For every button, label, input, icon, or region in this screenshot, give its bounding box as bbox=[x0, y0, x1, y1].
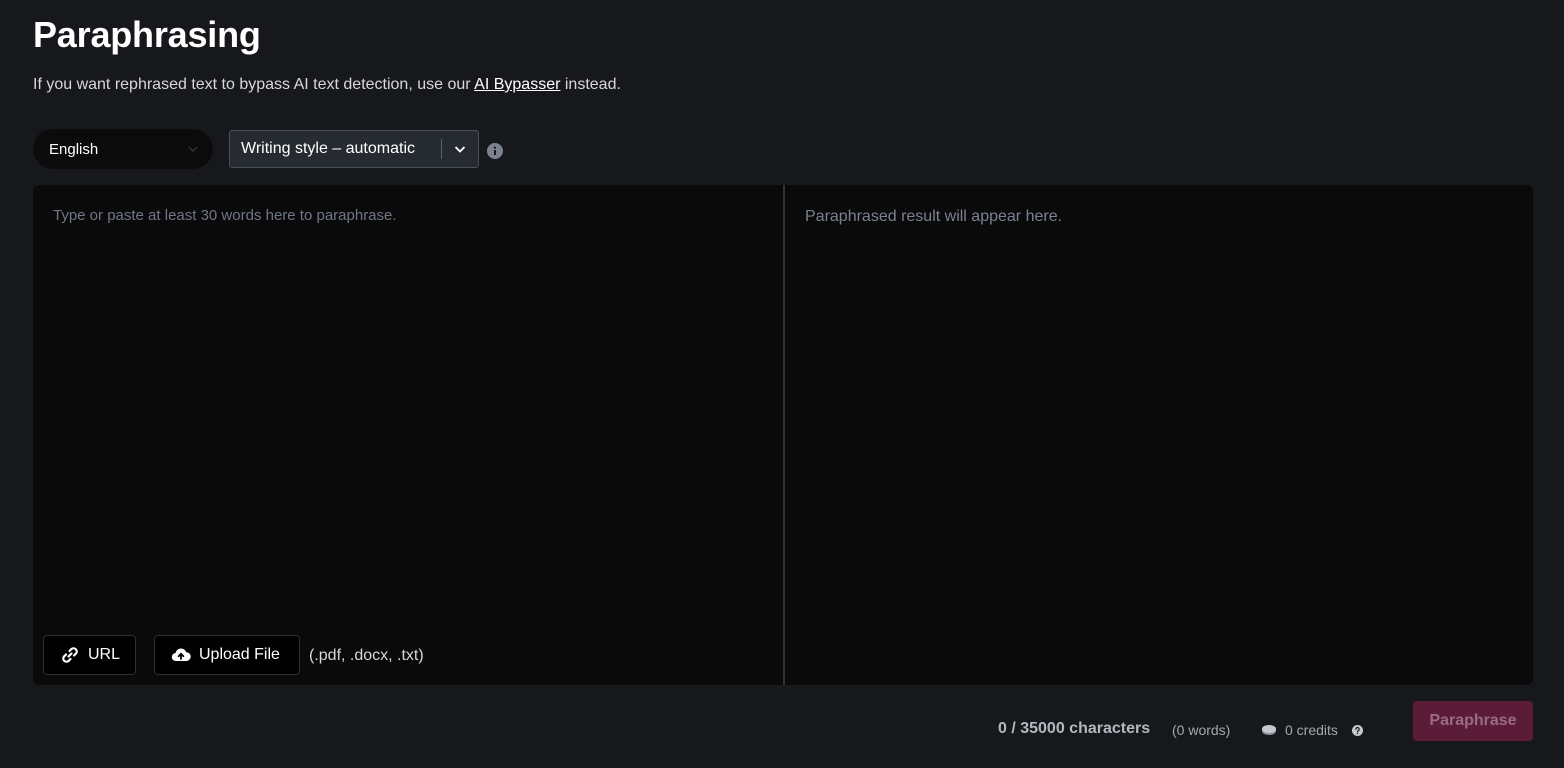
cloud-upload-icon bbox=[171, 648, 191, 662]
chevron-down-icon bbox=[188, 146, 198, 153]
input-pane: URL Upload File (.pdf, .docx, .txt) bbox=[33, 185, 783, 685]
result-placeholder: Paraphrased result will appear here. bbox=[805, 208, 1063, 225]
input-textarea[interactable] bbox=[33, 185, 783, 625]
word-count: (0 words) bbox=[1172, 722, 1231, 738]
upload-file-button[interactable]: Upload File bbox=[154, 635, 300, 675]
url-button[interactable]: URL bbox=[43, 635, 136, 675]
paraphrasing-page: Paraphrasing If you want rephrased text … bbox=[0, 0, 1564, 768]
writing-style-value: Writing style – automatic bbox=[241, 140, 415, 157]
page-subtitle: If you want rephrased text to bypass AI … bbox=[33, 76, 621, 94]
url-button-label: URL bbox=[88, 646, 121, 663]
language-select-value: English bbox=[49, 140, 99, 158]
upload-file-button-label: Upload File bbox=[199, 646, 280, 663]
coin-icon bbox=[1262, 725, 1276, 735]
info-icon[interactable] bbox=[487, 143, 503, 159]
subtitle-text-after: instead. bbox=[560, 76, 621, 93]
character-count: 0 / 35000 characters bbox=[998, 720, 1151, 737]
writing-style-dropdown-button[interactable] bbox=[442, 131, 478, 167]
paraphrase-editor: URL Upload File (.pdf, .docx, .txt) Para… bbox=[33, 185, 1533, 685]
help-icon[interactable] bbox=[1352, 725, 1363, 736]
credits-label: 0 credits bbox=[1285, 722, 1338, 738]
subtitle-text-before: If you want rephrased text to bypass AI … bbox=[33, 76, 475, 93]
page-title: Paraphrasing bbox=[33, 14, 261, 55]
file-types-hint: (.pdf, .docx, .txt) bbox=[309, 647, 424, 664]
ai-bypasser-link[interactable]: AI Bypasser bbox=[474, 76, 560, 93]
writing-style-select[interactable]: Writing style – automatic bbox=[229, 130, 479, 168]
chevron-down-icon bbox=[454, 146, 466, 153]
result-pane: Paraphrased result will appear here. bbox=[785, 185, 1533, 685]
language-select[interactable]: English bbox=[33, 129, 213, 169]
link-icon bbox=[62, 647, 78, 663]
credits-indicator: 0 credits bbox=[1261, 722, 1338, 738]
paraphrase-button[interactable]: Paraphrase bbox=[1413, 701, 1533, 741]
